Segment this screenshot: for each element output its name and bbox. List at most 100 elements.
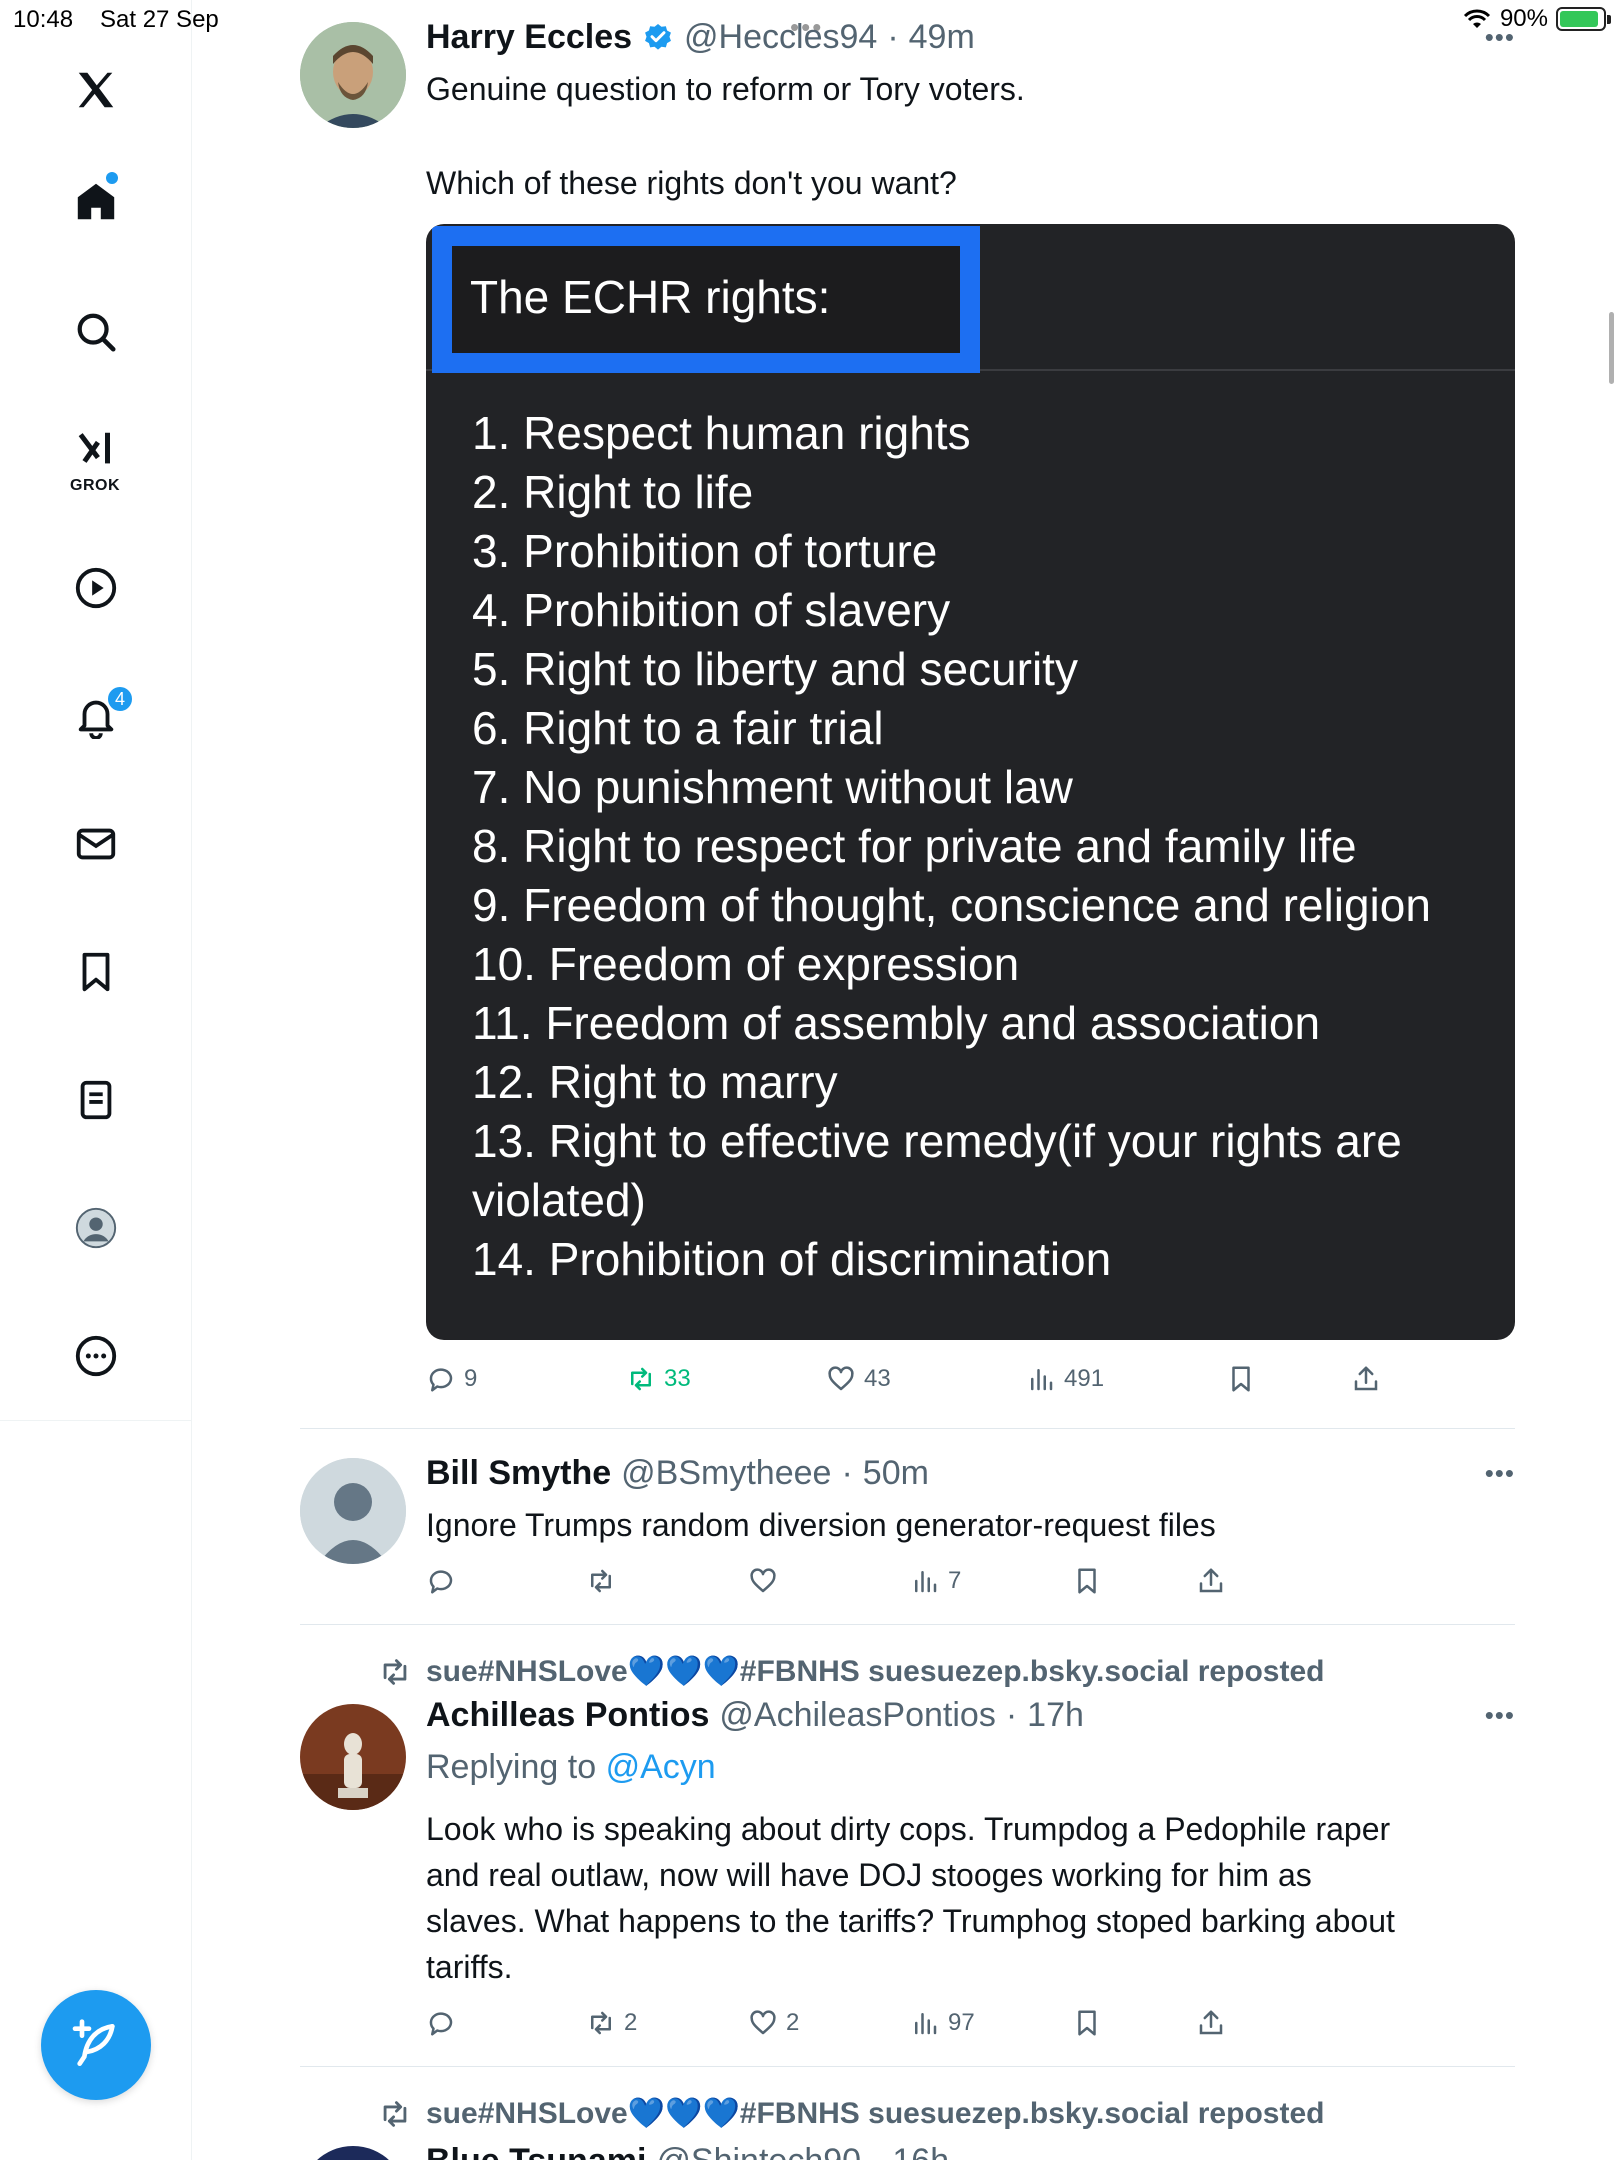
reply-button[interactable]	[426, 2008, 456, 2038]
repost-icon	[383, 2100, 407, 2127]
reply-button[interactable]: 9	[426, 1364, 477, 1394]
x-logo-icon[interactable]	[66, 60, 126, 120]
heart-icon	[828, 1366, 854, 1391]
views-count: 491	[1064, 1365, 1105, 1392]
author-name[interactable]: Achilleas Pontios	[426, 1696, 709, 1735]
messages-mail-icon[interactable]	[66, 814, 126, 874]
views-count: 7	[948, 1567, 962, 1594]
rights-item: 4. Prohibition of slavery	[472, 584, 951, 636]
author-handle[interactable]: @AchileasPontios	[719, 1696, 995, 1735]
views-bar-chart-icon	[915, 1571, 937, 1593]
author-handle[interactable]: @Heccles94	[684, 18, 877, 57]
views-button[interactable]: 7	[910, 1566, 961, 1596]
grok-icon[interactable]	[66, 420, 126, 480]
lists-icon[interactable]	[66, 1070, 126, 1130]
rights-item: 10. Freedom of expression	[472, 938, 1020, 990]
bookmark-icon	[1232, 1366, 1250, 1392]
avatar[interactable]	[300, 2146, 406, 2160]
repost-button[interactable]: 33	[626, 1364, 691, 1394]
avatar-photo	[300, 1704, 406, 1810]
scrollbar[interactable]	[1609, 312, 1614, 384]
like-button[interactable]	[748, 1566, 778, 1596]
media-title: The ECHR rights:	[470, 271, 831, 323]
rights-item: 8. Right to respect for private and fami…	[472, 820, 1357, 872]
rights-item: 2. Right to life	[472, 466, 754, 518]
tweet-actions: 9 33 43 491	[426, 1364, 1426, 1404]
post-time[interactable]: 49m	[909, 18, 975, 57]
tweet-divider	[300, 1624, 1515, 1625]
author-name[interactable]: Blue Tsunami	[426, 2142, 646, 2160]
bookmark-button[interactable]	[1226, 1364, 1256, 1394]
heart-icon	[750, 2010, 776, 2035]
author-name[interactable]: Harry Eccles	[426, 18, 632, 57]
tweet-media-image[interactable]: The ECHR rights: 1. Respect human rights…	[426, 224, 1515, 1340]
heart-icon	[750, 1568, 776, 1593]
like-button[interactable]: 43	[826, 1364, 891, 1394]
repost-icon	[591, 2011, 611, 2035]
post-time[interactable]: 17h	[1027, 1696, 1084, 1735]
tweet-text-line-2: Which of these rights don't you want?	[426, 165, 957, 201]
views-button[interactable]: 97	[910, 2008, 975, 2038]
tweet-actions: 2 2 97	[426, 2008, 1426, 2048]
bookmarks-icon[interactable]	[66, 942, 126, 1002]
tweet-header: Bill Smythe @BSmytheee · 50m	[426, 1454, 929, 1493]
rights-item: 3. Prohibition of torture	[472, 525, 938, 577]
post-time[interactable]: 50m	[863, 1454, 929, 1493]
reply-icon	[429, 1570, 453, 1594]
author-handle[interactable]: @BSmytheee	[621, 1454, 831, 1493]
reply-count: 9	[464, 1365, 478, 1392]
views-bar-chart-icon	[1031, 1369, 1053, 1391]
post-time[interactable]: 16h	[892, 2142, 949, 2160]
repost-button[interactable]: 2	[586, 2008, 637, 2038]
tweet-header: Harry Eccles @Heccles94 · 49m	[426, 18, 975, 57]
share-button[interactable]	[1196, 1566, 1226, 1596]
media-title-box: The ECHR rights:	[432, 226, 980, 373]
repost-icon	[631, 1367, 651, 1391]
battery-icon	[1556, 7, 1611, 31]
like-button[interactable]: 2	[748, 2008, 799, 2038]
more-options-icon[interactable]	[66, 1326, 126, 1386]
share-icon	[1199, 1568, 1223, 1593]
repost-button[interactable]	[586, 1566, 616, 1596]
battery-level	[1560, 11, 1598, 27]
views-count: 97	[948, 2009, 975, 2036]
rights-item: 13. Right to effective remedy(if your ri…	[472, 1115, 1402, 1226]
video-play-icon[interactable]	[66, 558, 126, 618]
views-button[interactable]: 491	[1026, 1364, 1104, 1394]
tweet-header: Blue Tsunami @Shintech90 · 16h	[426, 2142, 949, 2160]
rights-item: 5. Right to liberty and security	[472, 643, 1078, 695]
notifications-badge: 4	[106, 685, 134, 713]
bookmark-button[interactable]	[1072, 1566, 1102, 1596]
repost-count: 2	[624, 2009, 638, 2036]
reply-button[interactable]	[426, 1566, 456, 1596]
reply-icon	[429, 1368, 453, 1392]
avatar[interactable]	[300, 22, 406, 128]
separator-dot: ·	[887, 18, 899, 56]
share-button[interactable]	[1351, 1364, 1381, 1394]
search-icon[interactable]	[66, 302, 126, 362]
sidebar: GROK 4	[0, 0, 192, 2160]
like-count: 43	[864, 1365, 891, 1392]
replying-to-handle[interactable]: @Acyn	[606, 1748, 716, 1786]
compose-post-button[interactable]	[41, 1990, 151, 2100]
author-name[interactable]: Bill Smythe	[426, 1454, 611, 1493]
bookmark-button[interactable]	[1072, 2008, 1102, 2038]
default-avatar-icon	[300, 1458, 406, 1564]
grok-label: GROK	[70, 477, 120, 494]
more-options-icon[interactable]: •••	[1485, 1458, 1515, 1489]
profile-avatar-icon[interactable]	[66, 1198, 126, 1258]
separator-dot: ·	[1005, 1696, 1018, 1734]
more-options-icon[interactable]: •••	[1485, 1700, 1515, 1731]
rights-item: 1. Respect human rights	[472, 407, 971, 459]
bookmark-icon	[1078, 1568, 1096, 1594]
verified-badge-icon	[645, 23, 671, 50]
reposted-by-label[interactable]: sue#NHSLove💙💙💙#FBNHS suesuezep.bsky.soci…	[426, 2096, 1324, 2131]
author-handle[interactable]: @Shintech90	[656, 2142, 861, 2160]
avatar[interactable]	[300, 1458, 406, 1564]
more-options-icon[interactable]: •••	[1485, 22, 1515, 53]
share-button[interactable]	[1196, 2008, 1226, 2038]
avatar[interactable]	[300, 1704, 406, 1810]
reposted-by-label[interactable]: sue#NHSLove💙💙💙#FBNHS suesuezep.bsky.soci…	[426, 1654, 1324, 1689]
repost-context: sue#NHSLove💙💙💙#FBNHS suesuezep.bsky.soci…	[378, 2096, 1324, 2131]
repost-context: sue#NHSLove💙💙💙#FBNHS suesuezep.bsky.soci…	[378, 1654, 1324, 1689]
